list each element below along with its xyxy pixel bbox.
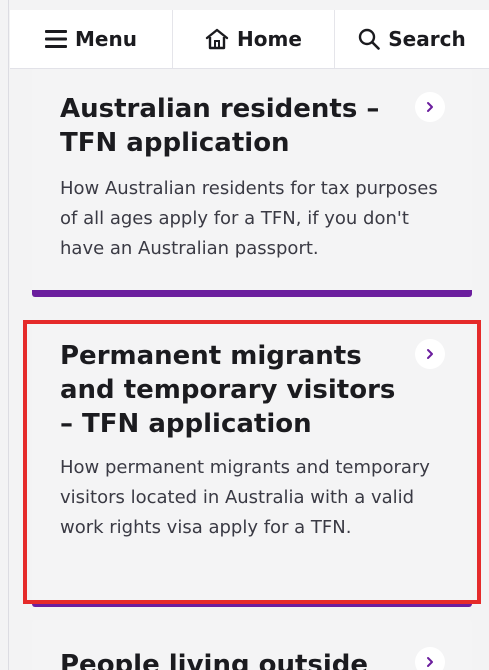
card-title[interactable]: Australian residents – TFN application bbox=[60, 92, 410, 160]
page: Menu Home Search Australian residents – … bbox=[0, 0, 489, 670]
home-button[interactable]: Home bbox=[172, 10, 334, 68]
search-button[interactable]: Search bbox=[334, 10, 489, 68]
hamburger-icon bbox=[45, 29, 68, 49]
menu-label: Menu bbox=[75, 27, 137, 51]
card-title[interactable]: People living outside bbox=[60, 648, 410, 670]
card-people-living-outside[interactable]: People living outside bbox=[32, 620, 472, 670]
top-navigation: Menu Home Search bbox=[10, 10, 489, 68]
search-label: Search bbox=[388, 27, 466, 51]
card-title[interactable]: Permanent migrants and temporary visitor… bbox=[60, 339, 410, 441]
chevron-right-icon[interactable] bbox=[415, 92, 445, 122]
menu-button[interactable]: Menu bbox=[10, 10, 172, 68]
card-permanent-migrants[interactable]: Permanent migrants and temporary visitor… bbox=[32, 322, 472, 607]
home-icon bbox=[205, 28, 229, 50]
card-description: How Australian residents for tax purpose… bbox=[60, 178, 438, 259]
search-icon bbox=[358, 28, 381, 50]
card-australian-residents[interactable]: Australian residents – TFN application H… bbox=[32, 68, 472, 297]
card-description: How permanent migrants and temporary vis… bbox=[60, 457, 430, 538]
home-label: Home bbox=[237, 27, 302, 51]
left-divider bbox=[8, 0, 9, 670]
chevron-right-icon[interactable] bbox=[415, 339, 445, 369]
chevron-right-icon[interactable] bbox=[415, 647, 445, 670]
